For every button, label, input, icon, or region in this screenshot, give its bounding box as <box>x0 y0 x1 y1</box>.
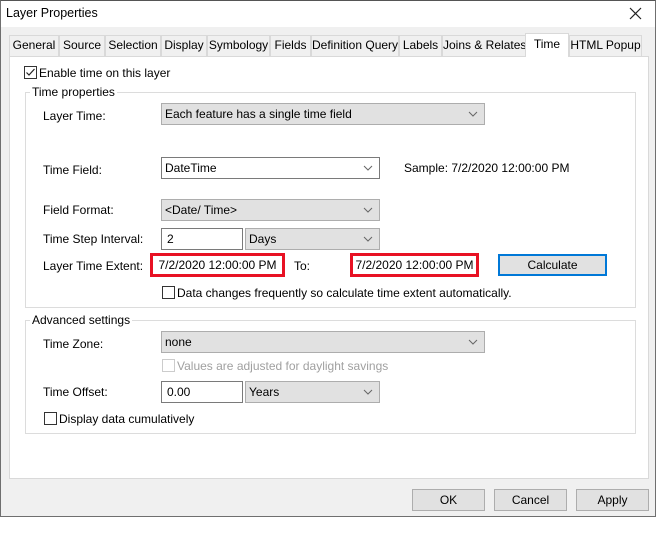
enable-time-checkbox[interactable] <box>24 66 37 79</box>
tab-html-popup[interactable]: HTML Popup <box>569 35 642 56</box>
time-zone-label: Time Zone: <box>43 337 104 351</box>
layer-time-extent-label: Layer Time Extent: <box>43 259 144 273</box>
chevron-down-icon <box>468 111 478 117</box>
chevron-down-icon <box>363 165 373 171</box>
daylight-savings-label: Values are adjusted for daylight savings <box>177 359 389 373</box>
time-step-label: Time Step Interval: <box>43 232 144 246</box>
apply-button[interactable]: Apply <box>576 489 649 511</box>
time-tab-panel: Enable time on this layer Time propertie… <box>9 56 649 479</box>
time-field-value: DateTime <box>165 161 217 175</box>
cancel-button[interactable]: Cancel <box>494 489 567 511</box>
time-step-input[interactable]: 2 <box>161 228 243 250</box>
ok-button[interactable]: OK <box>412 489 485 511</box>
tab-selection[interactable]: Selection <box>105 35 161 56</box>
field-format-value: <Date/ Time> <box>165 203 238 217</box>
time-field-select[interactable]: DateTime <box>161 157 380 179</box>
time-field-label: Time Field: <box>43 163 102 177</box>
tab-display[interactable]: Display <box>161 35 207 56</box>
checkmark-icon <box>26 68 35 76</box>
tab-fields[interactable]: Fields <box>270 35 311 56</box>
tab-definition-query[interactable]: Definition Query <box>311 35 399 56</box>
advanced-settings-group-label: Advanced settings <box>30 313 133 327</box>
daylight-savings-checkbox[interactable] <box>162 359 175 372</box>
tab-general[interactable]: General <box>9 35 59 56</box>
title-bar: Layer Properties <box>1 1 655 27</box>
extent-start-field[interactable]: 7/2/2020 12:00:00 PM <box>150 253 285 277</box>
extent-to-label: To: <box>294 259 311 273</box>
calculate-button[interactable]: Calculate <box>498 254 607 276</box>
chevron-down-icon <box>363 236 373 242</box>
tab-time[interactable]: Time <box>525 33 569 57</box>
time-offset-unit-select[interactable]: Years <box>245 381 380 403</box>
tab-joins-relates[interactable]: Joins & Relates <box>442 35 527 56</box>
layer-time-value: Each feature has a single time field <box>165 107 352 121</box>
window-title: Layer Properties <box>6 6 98 20</box>
time-zone-select[interactable]: none <box>161 331 485 353</box>
time-step-unit-select[interactable]: Days <box>245 228 380 250</box>
layer-properties-dialog: Layer Properties General Source Selectio… <box>0 0 656 517</box>
time-offset-label: Time Offset: <box>43 385 108 399</box>
layer-time-label: Layer Time: <box>43 109 106 123</box>
tab-source[interactable]: Source <box>59 35 105 56</box>
auto-calc-checkbox[interactable] <box>162 286 175 299</box>
time-step-unit-value: Days <box>249 232 277 246</box>
field-format-select[interactable]: <Date/ Time> <box>161 199 380 221</box>
field-format-label: Field Format: <box>43 203 114 217</box>
tab-labels[interactable]: Labels <box>399 35 442 56</box>
time-field-sample: Sample: 7/2/2020 12:00:00 PM <box>404 161 570 175</box>
cumulative-checkbox[interactable] <box>44 412 57 425</box>
chevron-down-icon <box>363 207 373 213</box>
chevron-down-icon <box>363 389 373 395</box>
tab-symbology[interactable]: Symbology <box>207 35 270 56</box>
cumulative-label: Display data cumulatively <box>59 412 195 426</box>
time-offset-input[interactable]: 0.00 <box>161 381 243 403</box>
enable-time-label: Enable time on this layer <box>39 66 171 80</box>
extent-end-field[interactable]: 7/2/2020 12:00:00 PM <box>350 253 479 277</box>
chevron-down-icon <box>468 339 478 345</box>
time-offset-unit-value: Years <box>249 385 280 399</box>
layer-time-select[interactable]: Each feature has a single time field <box>161 103 485 125</box>
time-zone-value: none <box>165 335 192 349</box>
auto-calc-label: Data changes frequently so calculate tim… <box>177 286 512 300</box>
close-icon[interactable] <box>625 3 647 25</box>
time-properties-group-label: Time properties <box>30 85 117 99</box>
